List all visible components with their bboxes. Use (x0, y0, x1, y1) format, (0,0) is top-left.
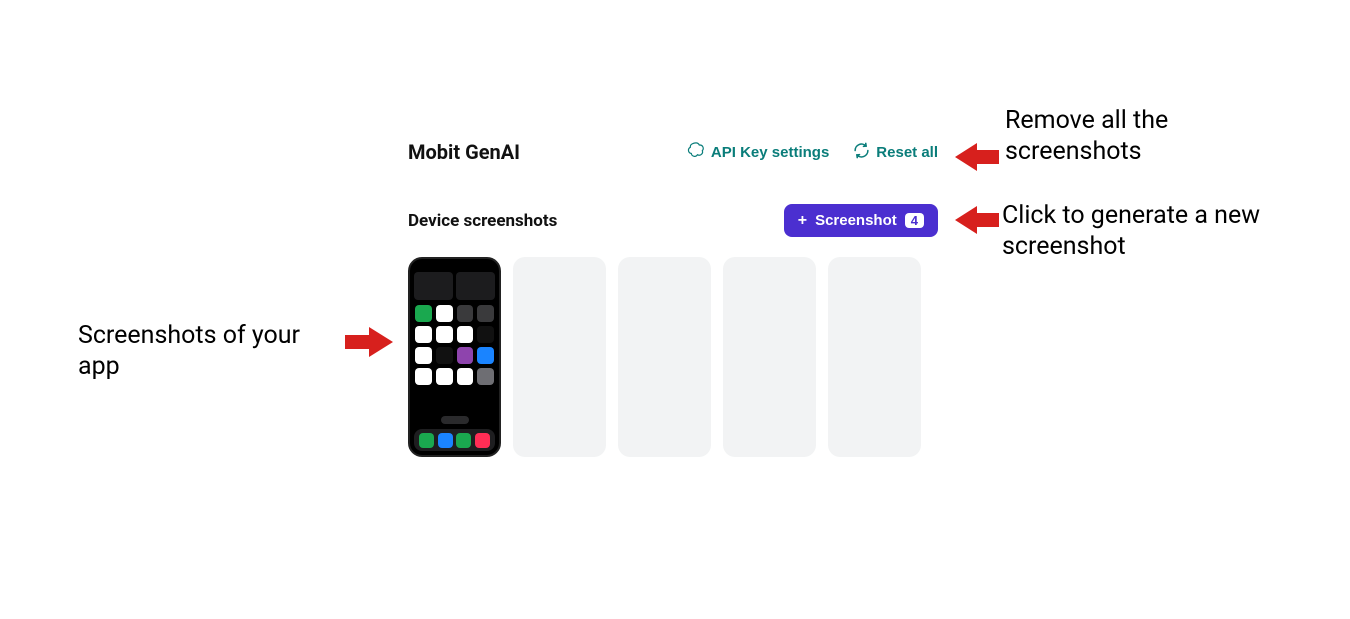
phone-app-icon (415, 368, 432, 385)
panel-header: Mobit GenAI API Key settings (408, 140, 938, 164)
screenshot-placeholder[interactable] (828, 257, 921, 457)
plus-icon: + (798, 213, 807, 229)
api-key-settings-label: API Key settings (711, 144, 829, 161)
annotation-top-right: Remove all the screenshots (1005, 105, 1265, 168)
phone-app-icon (436, 347, 453, 364)
phone-app-icon (457, 368, 474, 385)
phone-dock-icon (419, 433, 434, 448)
phone-app-icon (477, 305, 494, 322)
add-screenshot-button[interactable]: + Screenshot 4 (784, 204, 938, 237)
phone-app-icon (436, 305, 453, 322)
phone-app-icon (477, 347, 494, 364)
genai-panel: Mobit GenAI API Key settings (408, 140, 938, 457)
arrow-icon (955, 143, 999, 171)
screenshot-thumbnails (408, 257, 938, 457)
reset-all-label: Reset all (876, 144, 938, 161)
screenshot-thumbnail[interactable] (408, 257, 501, 457)
phone-app-icon (415, 347, 432, 364)
panel-title: Mobit GenAI (408, 140, 520, 164)
openai-icon (687, 141, 705, 163)
phone-widgets (414, 272, 495, 300)
arrow-icon (345, 327, 393, 357)
phone-app-icon (477, 368, 494, 385)
phone-app-icon (415, 326, 432, 343)
screenshot-button-label: Screenshot (815, 212, 897, 229)
phone-app-icon (457, 326, 474, 343)
screenshot-placeholder[interactable] (723, 257, 816, 457)
header-actions: API Key settings Reset all (687, 141, 938, 163)
section-label: Device screenshots (408, 211, 557, 231)
phone-app-icon (457, 305, 474, 322)
phone-dock-icon (475, 433, 490, 448)
phone-app-icon (436, 368, 453, 385)
screenshot-placeholder[interactable] (618, 257, 711, 457)
phone-app-grid (414, 303, 495, 411)
phone-app-icon (457, 347, 474, 364)
section-header: Device screenshots + Screenshot 4 (408, 204, 938, 237)
phone-dock-icon (456, 433, 471, 448)
phone-app-icon (477, 326, 494, 343)
phone-dock (414, 429, 495, 451)
phone-app-icon (436, 326, 453, 343)
phone-app-icon (415, 305, 432, 322)
annotation-bottom-right: Click to generate a new screenshot (1002, 200, 1282, 263)
screenshot-count-badge: 4 (905, 213, 924, 228)
arrow-icon (955, 206, 999, 234)
screenshot-placeholder[interactable] (513, 257, 606, 457)
reset-all-button[interactable]: Reset all (853, 142, 938, 163)
phone-dock-icon (438, 433, 453, 448)
api-key-settings-button[interactable]: API Key settings (687, 141, 829, 163)
reset-icon (853, 142, 870, 163)
phone-statusbar (414, 263, 495, 269)
phone-search-pill (441, 416, 469, 424)
annotation-left: Screenshots of your app (78, 320, 328, 383)
